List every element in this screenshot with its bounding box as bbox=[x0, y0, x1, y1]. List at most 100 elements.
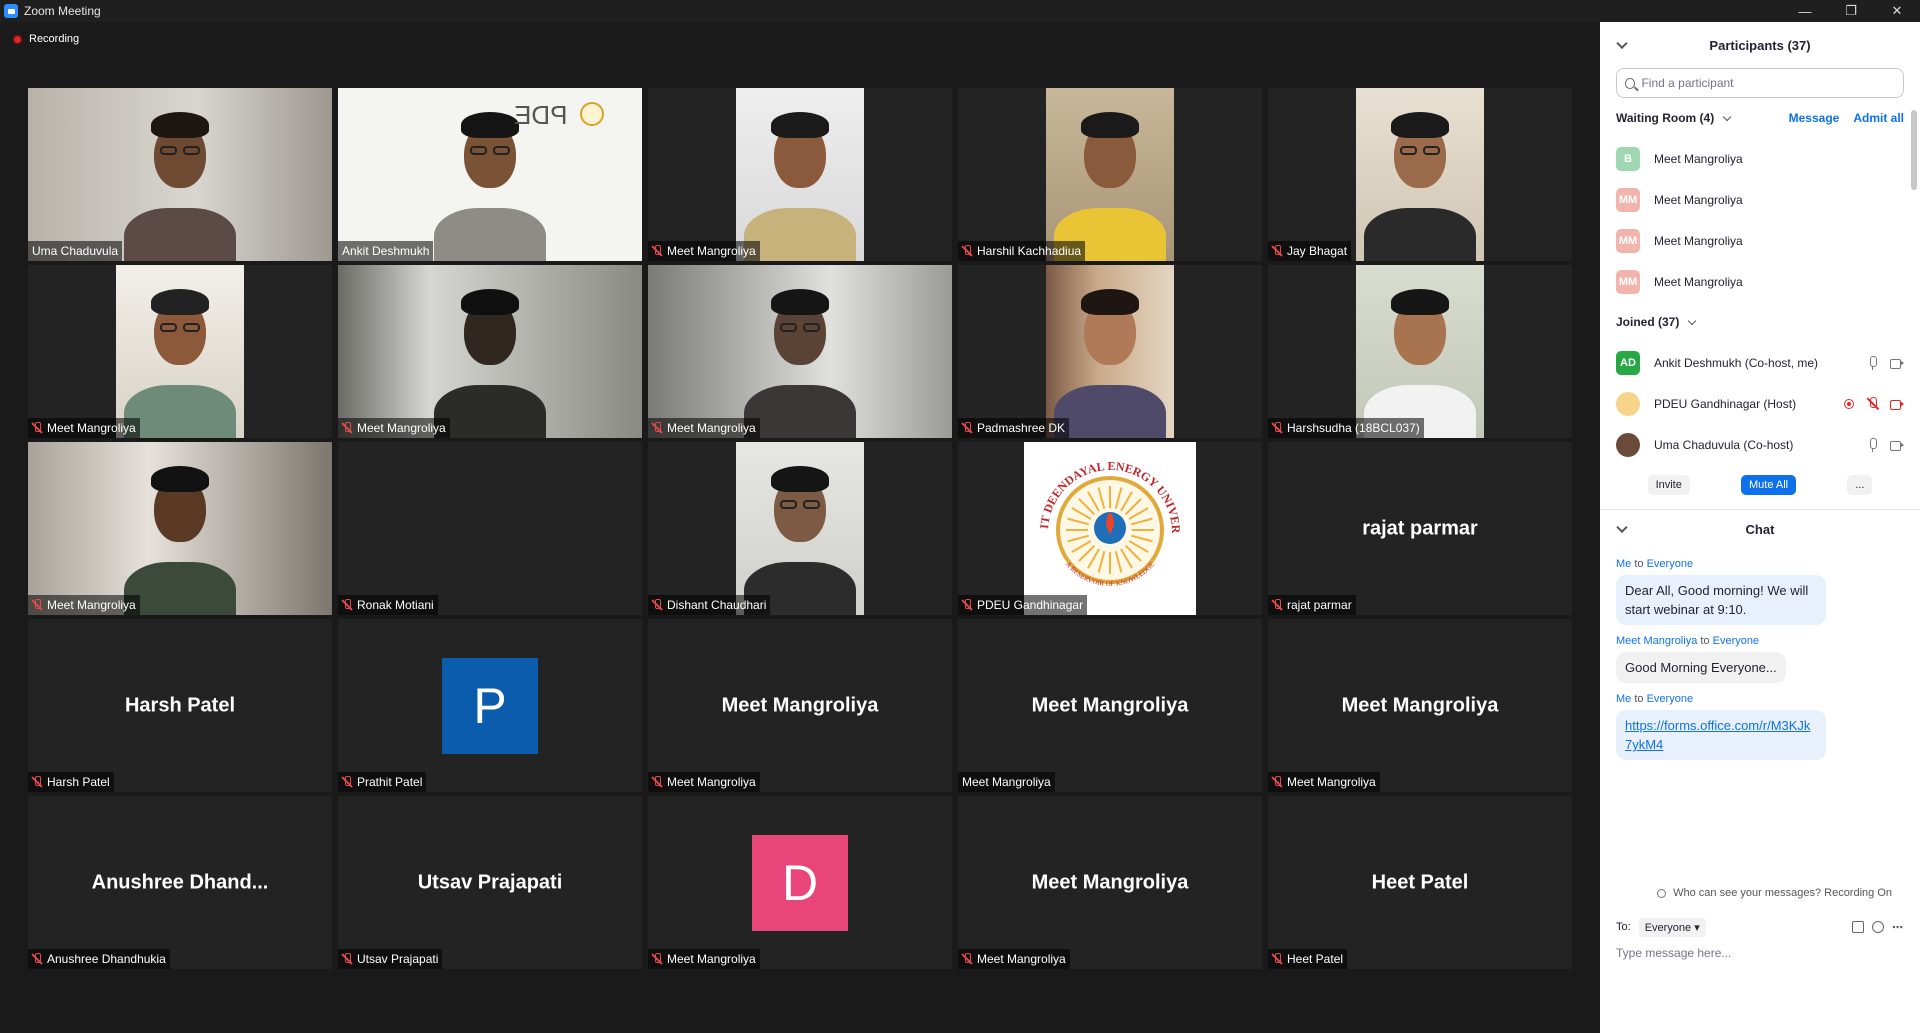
video-tile[interactable]: Anushree Dhand... Anushree Dhandhukia bbox=[28, 796, 332, 969]
video-tile[interactable]: Uma Chaduvula bbox=[28, 88, 332, 261]
participant-actions: Invite Mute All ... bbox=[1600, 465, 1920, 505]
profile-avatar: P bbox=[442, 657, 538, 754]
video-tile[interactable]: D Meet Mangroliya bbox=[648, 796, 952, 969]
video-tile[interactable]: Meet Mangroliya Meet Mangroliya bbox=[958, 619, 1262, 792]
video-tile[interactable]: PDE Ankit Deshmukh bbox=[338, 88, 642, 261]
waiting-participant-row[interactable]: MM Meet Mangroliya bbox=[1600, 220, 1920, 261]
video-tile[interactable]: Meet Mangroliya bbox=[648, 88, 952, 261]
video-tile[interactable]: Jay Bhagat bbox=[1268, 88, 1572, 261]
chat-link[interactable]: https://forms.office.com/r/M3KJk7ykM4 bbox=[1625, 718, 1810, 752]
joined-participant-row[interactable]: AD Ankit Deshmukh (Co-host, me) bbox=[1600, 342, 1920, 383]
recording-indicator[interactable]: Recording bbox=[12, 33, 79, 45]
video-tile[interactable]: PANDIT DEENDAYAL ENERGY UNIVERSITYA RESE… bbox=[958, 442, 1262, 615]
message-waiting-button[interactable]: Message bbox=[1789, 111, 1840, 125]
chat-to-word: to bbox=[1700, 635, 1710, 647]
restore-icon[interactable]: ❐ bbox=[1828, 0, 1874, 22]
meeting-area: Recording Uma Chaduvula PDE Ankit Deshmukh… bbox=[0, 22, 1600, 1033]
waiting-participant-row[interactable]: MM Meet Mangroliya bbox=[1600, 261, 1920, 302]
panel-scrollbar[interactable] bbox=[1911, 110, 1917, 190]
participant-search-input[interactable] bbox=[1641, 76, 1895, 90]
collapse-chat-chevron-icon[interactable] bbox=[1616, 521, 1628, 534]
participant-avatar: MM bbox=[1616, 187, 1640, 212]
video-tile[interactable]: Harshil Kachhadiua bbox=[958, 88, 1262, 261]
participant-name-label: Utsav Prajapati bbox=[338, 949, 443, 969]
tile-display-name: Meet Mangroliya bbox=[721, 694, 879, 716]
tile-display-name: Heet Patel bbox=[1371, 871, 1469, 893]
video-tile[interactable]: rajat parmar rajat parmar bbox=[1268, 442, 1572, 615]
person-hair bbox=[151, 112, 209, 138]
chat-recipient[interactable]: Everyone bbox=[1647, 558, 1693, 570]
video-tile[interactable]: Meet Mangroliya bbox=[28, 265, 332, 438]
chat-sender[interactable]: Me bbox=[1616, 693, 1631, 705]
chat-message-input[interactable] bbox=[1616, 946, 1904, 960]
muted-mic-icon[interactable] bbox=[1866, 396, 1880, 411]
chat-sender[interactable]: Meet Mangroliya bbox=[1616, 635, 1697, 647]
who-can-see-notice[interactable]: Who can see your messages? Recording On bbox=[1600, 887, 1920, 899]
waiting-room-label[interactable]: Waiting Room (4) bbox=[1616, 111, 1714, 125]
video-tile[interactable]: Heet Patel Heet Patel bbox=[1268, 796, 1572, 969]
mic-icon[interactable] bbox=[1866, 355, 1880, 370]
waiting-participant-row[interactable]: B Meet Mangroliya bbox=[1600, 138, 1920, 179]
tile-display-name: Harsh Patel bbox=[124, 694, 236, 716]
participant-name: Heet Patel bbox=[1287, 952, 1344, 966]
chat-recipient[interactable]: Everyone bbox=[1713, 635, 1759, 647]
video-tile[interactable]: Harshsudha (18BCL037) bbox=[1268, 265, 1572, 438]
video-tile[interactable]: Dishant Chaudhari bbox=[648, 442, 952, 615]
chat-message-meta: Me to Everyone bbox=[1616, 558, 1904, 570]
recipient-dropdown[interactable]: Everyone ▾ bbox=[1638, 917, 1706, 937]
video-tile[interactable]: Harsh Patel Harsh Patel bbox=[28, 619, 332, 792]
joined-participant-row[interactable]: Uma Chaduvula (Co-host) bbox=[1600, 424, 1920, 465]
file-icon[interactable] bbox=[1852, 921, 1864, 933]
video-feed: PDE bbox=[338, 88, 642, 261]
video-tile[interactable]: Meet Mangroliya Meet Mangroliya bbox=[958, 796, 1262, 969]
recording-icon bbox=[1842, 397, 1856, 411]
glasses-lens bbox=[803, 500, 820, 509]
participant-name-label: PDEU Gandhinagar bbox=[958, 595, 1088, 615]
video-icon[interactable] bbox=[1890, 356, 1904, 370]
chevron-down-icon[interactable] bbox=[1722, 112, 1732, 121]
participant-name-label: Dishant Chaudhari bbox=[648, 595, 771, 615]
mute-all-button[interactable]: Mute All bbox=[1740, 475, 1797, 495]
chat-sender[interactable]: Me bbox=[1616, 558, 1631, 570]
chevron-down-icon[interactable] bbox=[1688, 316, 1697, 325]
participant-search[interactable] bbox=[1616, 68, 1904, 98]
collapse-participants-chevron-icon[interactable] bbox=[1616, 37, 1628, 50]
admit-all-button[interactable]: Admit all bbox=[1853, 111, 1904, 125]
joined-participant-row[interactable]: PDEU Gandhinagar (Host) bbox=[1600, 383, 1920, 424]
video-tile[interactable]: Meet Mangroliya Meet Mangroliya bbox=[1268, 619, 1572, 792]
glasses-lens bbox=[160, 146, 177, 155]
profile-avatar: D bbox=[752, 834, 848, 931]
participant-name: Meet Mangroliya bbox=[667, 952, 756, 966]
video-off-icon[interactable] bbox=[1890, 397, 1904, 411]
minimize-icon[interactable]: — bbox=[1782, 0, 1828, 22]
video-tile[interactable]: Meet Mangroliya bbox=[28, 442, 332, 615]
video-tile[interactable]: Utsav Prajapati Utsav Prajapati bbox=[338, 796, 642, 969]
chat-message-meta: Me to Everyone bbox=[1616, 693, 1904, 705]
waiting-participant-row[interactable]: MM Meet Mangroliya bbox=[1600, 179, 1920, 220]
video-tile[interactable]: Meet Mangroliya bbox=[648, 265, 952, 438]
chat-recipient[interactable]: Everyone bbox=[1647, 693, 1693, 705]
window-title: Zoom Meeting bbox=[24, 4, 101, 18]
video-tile[interactable]: Meet Mangroliya bbox=[338, 265, 642, 438]
participants-title: Participants (37) bbox=[1709, 37, 1811, 53]
video-tile[interactable]: P Prathit Patel bbox=[338, 619, 642, 792]
mic-icon[interactable] bbox=[1866, 437, 1880, 452]
joined-label[interactable]: Joined (37) bbox=[1616, 315, 1679, 329]
emoji-icon[interactable] bbox=[1872, 921, 1884, 933]
invite-button[interactable]: Invite bbox=[1647, 475, 1690, 495]
joined-header: Joined (37) bbox=[1600, 302, 1920, 342]
more-chat-options-icon[interactable]: ⋯ bbox=[1892, 921, 1904, 934]
close-icon[interactable]: ✕ bbox=[1874, 0, 1920, 22]
video-icon[interactable] bbox=[1890, 438, 1904, 452]
participant-avatar: MM bbox=[1616, 228, 1640, 253]
chat-input-area bbox=[1616, 946, 1904, 960]
video-tile[interactable]: Ronak Motiani bbox=[338, 442, 642, 615]
chat-message-bubble: Good Morning Everyone... bbox=[1616, 652, 1786, 683]
chat-recipient-row: To: Everyone ▾ ⋯ bbox=[1616, 916, 1904, 938]
video-tile[interactable]: Padmashree DK bbox=[958, 265, 1262, 438]
muted-mic-icon bbox=[1272, 245, 1282, 257]
muted-mic-icon bbox=[32, 599, 42, 611]
participant-name-label: Padmashree DK bbox=[958, 418, 1070, 438]
video-tile[interactable]: Meet Mangroliya Meet Mangroliya bbox=[648, 619, 952, 792]
more-options-button[interactable]: ... bbox=[1847, 475, 1873, 495]
